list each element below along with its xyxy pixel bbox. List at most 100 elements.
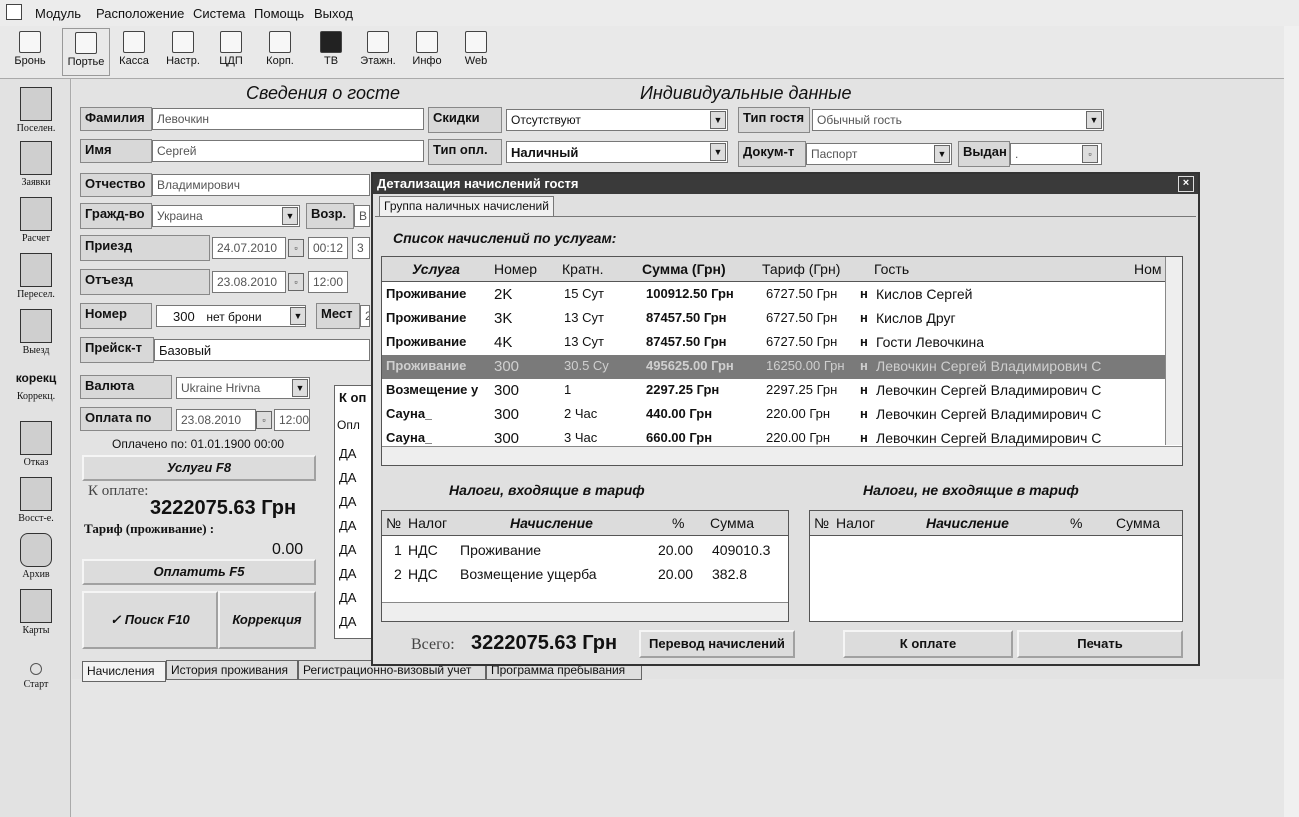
sidebar-item-restore[interactable]: Восст-е. [6, 475, 66, 531]
chevron-down-icon[interactable]: ▼ [710, 111, 726, 129]
table-row[interactable]: 1 НДС Проживание 20.00 409010.3 [382, 539, 788, 563]
surname-field[interactable]: Левочкин [152, 108, 424, 130]
column-header-tax[interactable]: Налог [408, 515, 447, 531]
calendar-icon[interactable]: ▫ [288, 273, 304, 291]
menu-item-exit[interactable]: Выход [314, 6, 353, 21]
trash-icon [20, 533, 52, 567]
search-button[interactable]: ✓ Поиск F10 [82, 591, 218, 649]
departure-time-field[interactable]: 12:00 [308, 271, 348, 293]
table-row[interactable]: Проживание 300 30.5 Су 495625.00 Грн 16250.0… [382, 355, 1182, 379]
calendar-icon[interactable]: ▫ [288, 239, 304, 257]
topay-dialog-button[interactable]: К оплате [843, 630, 1013, 658]
payuntil-time-field[interactable]: 12:00 [274, 409, 310, 431]
close-icon[interactable]: × [1178, 176, 1194, 192]
column-header-charge[interactable]: Начисление [510, 515, 593, 531]
column-header-sum[interactable]: Сумма [710, 515, 754, 531]
age-field[interactable]: В [354, 205, 370, 227]
column-header-multiplicity[interactable]: Кратн. [562, 261, 603, 277]
sidebar-item-start[interactable]: Старт [6, 659, 66, 699]
arrival-date-field[interactable]: 24.07.2010 [212, 237, 286, 259]
menu-item-layout[interactable]: Расположение [96, 6, 184, 21]
table-row[interactable]: Проживание 3K 13 Сут 87457.50 Грн 6727.50 Гр… [382, 307, 1182, 331]
arrival-time-field[interactable]: 00:12 [308, 237, 348, 259]
tab-cash-charges[interactable]: Группа наличных начислений [379, 196, 554, 216]
sidebar-item-relocation[interactable]: Пересел. [6, 251, 66, 307]
toolbar-corp-button[interactable]: Корп. [258, 28, 302, 74]
column-header-pct[interactable]: % [672, 515, 684, 531]
toolbar-floor-button[interactable]: Этажн. [355, 28, 401, 74]
guesttype-select[interactable]: Обычный гость [812, 109, 1104, 131]
column-header-num[interactable]: № [386, 515, 401, 531]
services-button[interactable]: Услуги F8 [82, 455, 316, 481]
citizenship-select[interactable]: Украина [152, 205, 300, 227]
pricelist-field[interactable]: Базовый [154, 339, 370, 361]
list-item: ДА [339, 566, 357, 581]
column-header-room[interactable]: Номер [494, 261, 537, 277]
menu-bar: Модуль Расположение Система Помощь Выход [0, 0, 1299, 27]
sidebar-item-checkout[interactable]: Выезд [6, 307, 66, 363]
column-header-tax[interactable]: Налог [836, 515, 875, 531]
sidebar-item-settlement[interactable]: Расчет [6, 195, 66, 251]
sidebar-item-refusal[interactable]: Отказ [6, 419, 66, 475]
table-row[interactable]: 2 НДС Возмещение ущерба 20.00 382.8 [382, 563, 788, 587]
correction-button[interactable]: Коррекция [218, 591, 316, 649]
sidebar-item-archive[interactable]: Архив [6, 531, 66, 587]
column-header-sum[interactable]: Сумма (Грн) [642, 261, 726, 277]
table-row[interactable]: Проживание 4K 13 Сут 87457.50 Грн 6727.50 Гр… [382, 331, 1182, 355]
column-header-charge[interactable]: Начисление [926, 515, 1009, 531]
tab-history[interactable]: История проживания [166, 660, 298, 680]
sidebar-item-correction[interactable]: корекц Коррекц. [6, 363, 66, 417]
discount-select[interactable]: Отсутствуют [506, 109, 728, 131]
menu-item-module[interactable]: Модуль [35, 6, 81, 21]
table-row[interactable]: Проживание 2K 15 Сут 100912.50 Грн 6727.50 Г… [382, 283, 1182, 307]
table-row[interactable]: Сауна_ 300 2 Час 440.00 Грн 220.00 Грн н Левоч… [382, 403, 1182, 427]
chevron-down-icon[interactable]: ▼ [290, 307, 306, 325]
room-select[interactable]: 300 нет брони [156, 305, 306, 327]
chevron-down-icon[interactable]: ▼ [282, 207, 298, 225]
toolbar-info-button[interactable]: Инфо [405, 28, 449, 74]
column-header-number[interactable]: Ном [1134, 261, 1162, 277]
toolbar-settings-button[interactable]: Настр. [160, 28, 206, 74]
info-icon [416, 31, 438, 53]
place-field[interactable]: 2 [360, 305, 370, 327]
arrival-extra-field[interactable]: 3 [352, 237, 370, 259]
column-header-pct[interactable]: % [1070, 515, 1082, 531]
calendar-icon[interactable]: ▫ [256, 411, 272, 429]
chevron-down-icon[interactable]: ▼ [934, 145, 950, 163]
name-field[interactable]: Сергей [152, 140, 424, 162]
paytype-select[interactable]: Наличный [506, 141, 728, 163]
pay-button[interactable]: Оплатить F5 [82, 559, 316, 585]
menu-item-system[interactable]: Система [193, 6, 245, 21]
column-header-num[interactable]: № [814, 515, 829, 531]
currency-select[interactable]: Ukraine Hrivna [176, 377, 310, 399]
toolbar-tv-button[interactable]: ТВ [310, 28, 352, 74]
horizontal-scrollbar[interactable] [382, 602, 788, 621]
chevron-down-icon[interactable]: ▼ [292, 379, 308, 397]
column-header-guest[interactable]: Гость [874, 261, 909, 277]
document-select[interactable]: Паспорт [806, 143, 952, 165]
sidebar-item-requests[interactable]: Заявки [6, 139, 66, 195]
calendar-icon[interactable]: ▫ [1082, 145, 1098, 163]
column-header-tariff[interactable]: Тариф (Грн) [762, 261, 840, 277]
toolbar-web-button[interactable]: Web [454, 28, 498, 74]
toolbar-cdp-button[interactable]: ЦДП [210, 28, 252, 74]
departure-date-field[interactable]: 23.08.2010 [212, 271, 286, 293]
sidebar-item-checkin[interactable]: Поселен. [6, 85, 66, 141]
payuntil-date-field[interactable]: 23.08.2010 [176, 409, 256, 431]
toolbar-cash-button[interactable]: Касса [112, 28, 156, 74]
menu-item-help[interactable]: Помощь [254, 6, 304, 21]
patronymic-field[interactable]: Владимирович [152, 174, 370, 196]
sidebar-item-cards[interactable]: Карты [6, 587, 66, 643]
transfer-charges-button[interactable]: Перевод начислений [639, 630, 795, 658]
column-header-sum[interactable]: Сумма [1116, 515, 1160, 531]
chevron-down-icon[interactable]: ▼ [710, 143, 726, 161]
toolbar-booking-button[interactable]: Бронь [8, 28, 52, 74]
toolbar-porter-button[interactable]: Портье [62, 28, 110, 76]
column-header-service[interactable]: Услуга [412, 261, 460, 277]
horizontal-scrollbar[interactable] [382, 446, 1182, 465]
chevron-down-icon[interactable]: ▼ [1086, 111, 1102, 129]
vertical-scrollbar[interactable] [1165, 257, 1182, 445]
tab-charges[interactable]: Начисления [82, 661, 166, 682]
table-row[interactable]: Возмещение у 300 1 2297.25 Грн 2297.25 Грн н Л… [382, 379, 1182, 403]
print-button[interactable]: Печать [1017, 630, 1183, 658]
